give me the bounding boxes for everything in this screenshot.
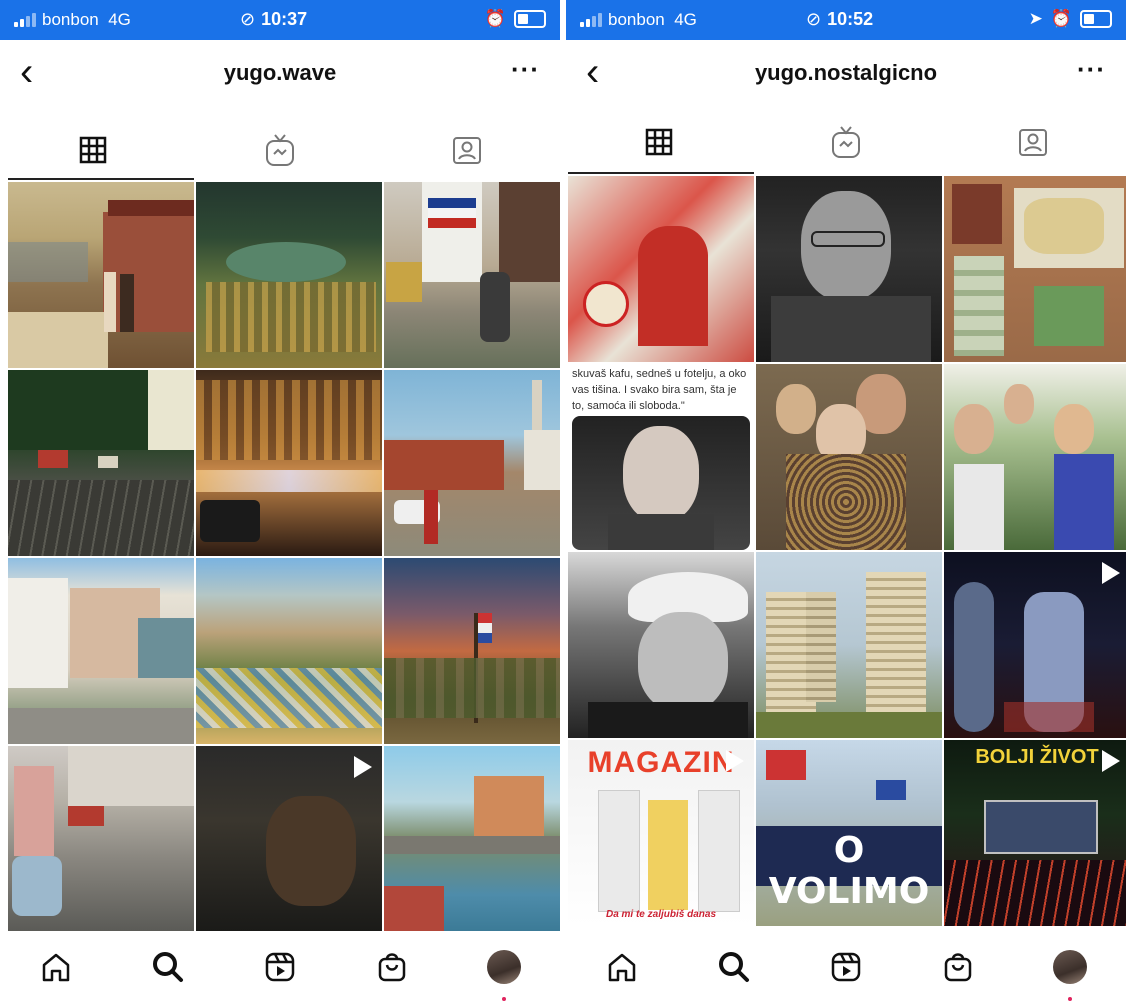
status-bar: bonbon 4G ⊘ 10:37 ⏰ bbox=[0, 0, 560, 40]
post-soldiers-flag[interactable] bbox=[384, 558, 560, 744]
battery-icon bbox=[1080, 10, 1112, 28]
nav-search[interactable] bbox=[678, 931, 790, 1003]
igtv-icon bbox=[266, 134, 294, 166]
post-city-square[interactable] bbox=[8, 558, 194, 744]
profile-username: yugo.wave bbox=[223, 60, 337, 85]
profile-tabs bbox=[0, 120, 560, 180]
post-woman-scooter[interactable] bbox=[8, 746, 194, 932]
post-man-glasses[interactable] bbox=[756, 176, 942, 362]
clock: ⊘ 10:52 bbox=[806, 9, 874, 29]
post-night-pool[interactable] bbox=[196, 182, 382, 368]
post-tree-road[interactable] bbox=[8, 370, 194, 556]
active-tab-indicator bbox=[8, 178, 194, 180]
magazin-subtitle: Da mi te zaljubiš danas bbox=[605, 909, 717, 920]
profile-header: ‹ yugo.wave ··· bbox=[0, 40, 560, 108]
more-options-icon[interactable]: ··· bbox=[511, 54, 540, 85]
profile-username: yugo.nostalgicno bbox=[754, 60, 938, 85]
post-market-town[interactable] bbox=[196, 558, 382, 744]
location-arrow-icon: ➤ bbox=[1028, 9, 1043, 28]
video-play-icon bbox=[1102, 750, 1120, 772]
clock: ⊘ 10:37 bbox=[240, 9, 308, 29]
post-friends-group[interactable] bbox=[944, 364, 1126, 550]
nav-profile[interactable] bbox=[448, 931, 560, 1003]
notification-dot bbox=[502, 997, 506, 1001]
nav-reels[interactable] bbox=[790, 931, 902, 1003]
alarm-icon: ⏰ bbox=[484, 9, 506, 28]
carrier-label: bonbon 4G bbox=[608, 10, 697, 29]
post-bolji-zivot-cover[interactable]: BOLJI ŽIVOT bbox=[944, 740, 1126, 926]
post-quote-woman[interactable]: skuvaš kafu, sedneš u fotelju, a oko vas… bbox=[568, 364, 754, 550]
nav-shop[interactable] bbox=[336, 931, 448, 1003]
post-volimo-banner[interactable]: O VOLIMO bbox=[756, 740, 942, 926]
tagged-icon bbox=[452, 137, 481, 164]
tab-igtv[interactable] bbox=[187, 120, 374, 180]
shop-icon bbox=[944, 953, 972, 982]
profile-avatar bbox=[1053, 950, 1087, 984]
post-coastal-couple[interactable] bbox=[8, 182, 194, 368]
shop-icon bbox=[378, 953, 406, 982]
post-three-women[interactable] bbox=[756, 364, 942, 550]
search-icon bbox=[153, 952, 183, 982]
bottom-navigation bbox=[0, 931, 560, 1003]
tab-grid[interactable] bbox=[566, 112, 753, 172]
nav-home[interactable] bbox=[0, 931, 112, 1003]
tab-tagged[interactable] bbox=[939, 112, 1126, 172]
grid-icon bbox=[80, 136, 107, 164]
grid-icon bbox=[646, 128, 673, 156]
tab-tagged[interactable] bbox=[373, 120, 560, 180]
profile-header: ‹ yugo.nostalgicno ··· bbox=[566, 40, 1126, 108]
home-icon bbox=[608, 953, 636, 982]
nav-search[interactable] bbox=[112, 931, 224, 1003]
notification-dot bbox=[1068, 997, 1072, 1001]
tab-grid[interactable] bbox=[0, 120, 187, 180]
more-options-icon[interactable]: ··· bbox=[1077, 54, 1106, 85]
left-phone: bonbon 4G ⊘ 10:37 ⏰ ‹ yugo.wave ··· bbox=[0, 0, 560, 1003]
post-map-banknotes[interactable] bbox=[944, 176, 1126, 362]
nav-shop[interactable] bbox=[902, 931, 1014, 1003]
bottom-navigation bbox=[566, 931, 1126, 1003]
post-grid: skuvaš kafu, sedneš u fotelju, a oko vas… bbox=[568, 176, 1126, 926]
status-bar: bonbon 4G ⊘ 10:52 ➤ ⏰ bbox=[566, 0, 1126, 40]
post-propaganda-poster[interactable] bbox=[568, 176, 754, 362]
tagged-icon bbox=[1018, 129, 1047, 156]
post-stage-video[interactable] bbox=[944, 552, 1126, 738]
post-grid bbox=[8, 182, 560, 932]
post-man-portrait-video[interactable] bbox=[196, 746, 382, 932]
nav-reels[interactable] bbox=[224, 931, 336, 1003]
tab-igtv[interactable] bbox=[753, 112, 940, 172]
post-towers[interactable] bbox=[756, 552, 942, 738]
post-city-night[interactable] bbox=[196, 370, 382, 556]
video-play-icon bbox=[354, 756, 372, 778]
post-river-bridge[interactable] bbox=[384, 746, 560, 932]
bolji-zivot-title: BOLJI ŽIVOT bbox=[975, 746, 1099, 768]
signal-icon bbox=[580, 13, 602, 27]
profile-avatar bbox=[487, 950, 521, 984]
nav-home[interactable] bbox=[566, 931, 678, 1003]
alarm-icon: ⏰ bbox=[1050, 9, 1072, 28]
search-icon bbox=[719, 952, 749, 982]
igtv-icon bbox=[832, 126, 860, 158]
home-icon bbox=[42, 953, 70, 982]
post-quote-text: skuvaš kafu, sedneš u fotelju, a oko vas… bbox=[572, 368, 747, 412]
nav-profile[interactable] bbox=[1014, 931, 1126, 1003]
right-phone: bonbon 4G ⊘ 10:52 ➤ ⏰ ‹ yugo.nostalgicno … bbox=[566, 0, 1126, 1003]
battery-icon bbox=[514, 10, 546, 28]
video-play-icon bbox=[726, 750, 744, 772]
reels-icon bbox=[831, 952, 861, 982]
post-child-flag[interactable] bbox=[384, 182, 560, 368]
reels-icon bbox=[265, 952, 295, 982]
signal-icon bbox=[14, 13, 36, 27]
post-sailor-cap[interactable] bbox=[568, 552, 754, 738]
carrier-label: bonbon 4G bbox=[42, 10, 131, 29]
video-play-icon bbox=[1102, 562, 1120, 584]
banner-text: O VOLIMO bbox=[768, 830, 930, 912]
profile-tabs bbox=[566, 112, 1126, 172]
post-town-street[interactable] bbox=[384, 370, 560, 556]
active-tab-indicator bbox=[568, 172, 754, 174]
post-magazin-cover[interactable]: MAGAZIN Da mi te zaljubiš danas bbox=[568, 740, 754, 926]
